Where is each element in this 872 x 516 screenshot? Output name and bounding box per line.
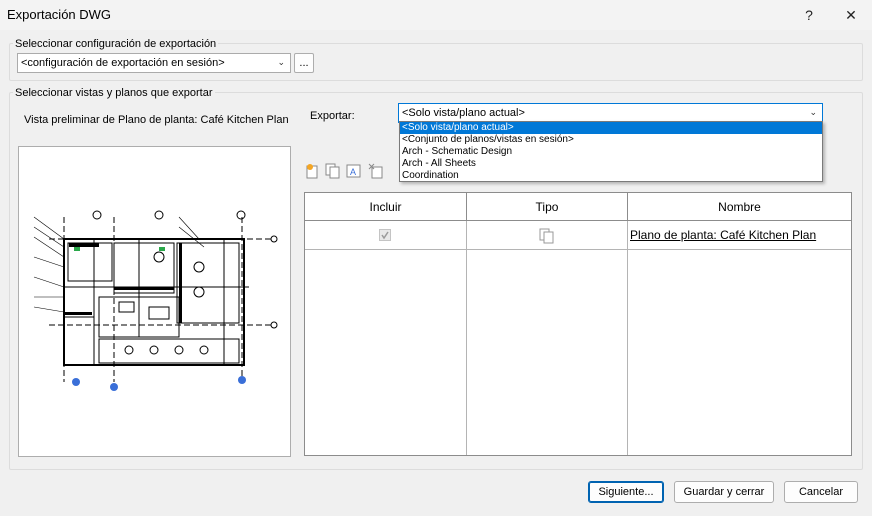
chevron-down-icon: ⌄ bbox=[809, 107, 817, 117]
column-divider bbox=[627, 221, 628, 455]
new-set-icon[interactable] bbox=[305, 163, 321, 179]
column-header-type[interactable]: Tipo bbox=[467, 193, 628, 221]
row-divider bbox=[305, 249, 851, 250]
floor-plan-icon bbox=[539, 228, 555, 247]
dropdown-option[interactable]: <Solo vista/plano actual> bbox=[400, 122, 822, 134]
export-label: Exportar: bbox=[310, 110, 355, 122]
dropdown-option[interactable]: Coordination bbox=[400, 170, 822, 182]
dropdown-option[interactable]: Arch - All Sheets bbox=[400, 158, 822, 170]
delete-set-icon[interactable] bbox=[368, 163, 384, 179]
view-name-link[interactable]: Plano de planta: Café Kitchen Plan bbox=[630, 228, 816, 242]
help-icon: ? bbox=[805, 7, 813, 23]
export-selected-value: <Solo vista/plano actual> bbox=[402, 107, 525, 119]
dropdown-option[interactable]: <Conjunto de planos/vistas en sesión> bbox=[400, 134, 822, 146]
checkmark-icon bbox=[381, 231, 389, 240]
svg-text:A: A bbox=[350, 167, 356, 177]
config-combobox[interactable]: <configuración de exportación en sesión>… bbox=[17, 53, 291, 73]
config-group-label: Seleccionar configuración de exportación bbox=[13, 38, 219, 50]
dropdown-option[interactable]: Arch - Schematic Design bbox=[400, 146, 822, 158]
next-button[interactable]: Siguiente... bbox=[588, 481, 664, 503]
export-combobox[interactable]: <Solo vista/plano actual> ⌄ bbox=[398, 103, 823, 123]
column-header-name[interactable]: Nombre bbox=[628, 193, 851, 221]
chevron-down-icon: ⌄ bbox=[277, 57, 285, 67]
duplicate-set-icon[interactable] bbox=[325, 163, 341, 179]
preview-label: Vista preliminar de Plano de planta: Caf… bbox=[24, 114, 289, 126]
views-table: Incluir Tipo Nombre Plano de planta: Caf… bbox=[304, 192, 852, 456]
table-row[interactable]: Plano de planta: Café Kitchen Plan bbox=[305, 221, 851, 249]
help-button[interactable]: ? bbox=[786, 0, 832, 30]
config-selected-value: <configuración de exportación en sesión> bbox=[21, 57, 225, 69]
export-dropdown-list: <Solo vista/plano actual> <Conjunto de p… bbox=[399, 121, 823, 182]
floor-plan-preview-image bbox=[33, 210, 278, 391]
title-bar bbox=[0, 0, 872, 30]
column-divider bbox=[466, 221, 467, 455]
close-button[interactable]: ✕ bbox=[828, 0, 872, 30]
views-group-label: Seleccionar vistas y planos que exportar bbox=[13, 87, 215, 99]
save-close-button[interactable]: Guardar y cerrar bbox=[674, 481, 774, 503]
column-header-include[interactable]: Incluir bbox=[305, 193, 467, 221]
include-checkbox[interactable] bbox=[379, 229, 391, 241]
rename-set-icon[interactable]: A bbox=[346, 163, 362, 179]
window-title: Exportación DWG bbox=[7, 7, 112, 22]
preview-panel bbox=[18, 146, 291, 457]
cancel-button[interactable]: Cancelar bbox=[784, 481, 858, 503]
close-icon: ✕ bbox=[845, 6, 857, 23]
config-more-button[interactable]: ... bbox=[294, 53, 314, 73]
